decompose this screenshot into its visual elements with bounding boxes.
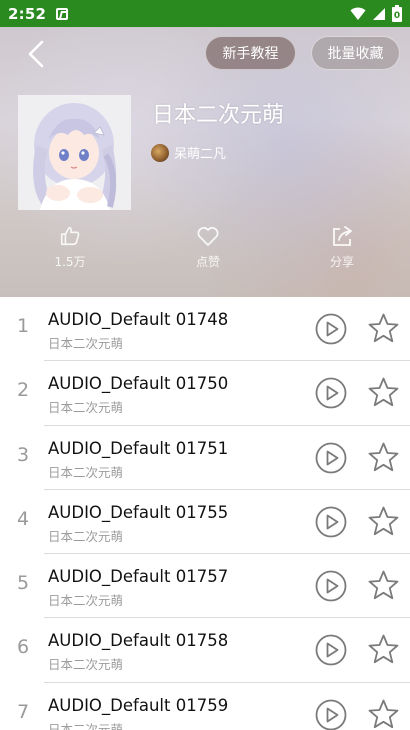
favorite-button[interactable]: 点赞 <box>168 225 248 270</box>
track-name: AUDIO_Default 01757 <box>48 567 229 587</box>
track-index: 2 <box>16 379 30 402</box>
track-name: AUDIO_Default 01750 <box>48 374 229 394</box>
star-icon[interactable] <box>367 633 400 666</box>
wifi-icon <box>350 7 366 20</box>
track-album: 日本二次元萌 <box>48 528 124 544</box>
share-label: 分享 <box>329 255 354 269</box>
track-name: AUDIO_Default 01751 <box>48 438 229 458</box>
track-row[interactable]: 2 AUDIO_Default 01750 日本二次元萌 <box>0 361 410 426</box>
play-icon[interactable] <box>315 506 347 538</box>
heart-icon <box>197 227 219 246</box>
playlist-stats: 1.5万 点赞 分享 <box>0 225 410 280</box>
play-icon[interactable] <box>315 313 347 345</box>
star-icon[interactable] <box>367 569 400 602</box>
track-name: AUDIO_Default 01748 <box>48 310 229 329</box>
share-button[interactable]: 分享 <box>302 225 382 270</box>
track-index: 3 <box>16 443 30 466</box>
author-name: 呆萌二凡 <box>174 147 227 162</box>
app-notification-icon <box>56 7 69 20</box>
track-index: 5 <box>16 572 30 595</box>
like-count: 1.5万 <box>54 255 86 269</box>
track-row[interactable]: 5 AUDIO_Default 01757 日本二次元萌 <box>0 554 410 619</box>
track-name: AUDIO_Default 01759 <box>48 695 229 715</box>
author-link[interactable]: 呆萌二凡 <box>151 143 226 162</box>
track-row[interactable]: 1 AUDIO_Default 01748 日本二次元萌 <box>0 297 410 362</box>
playlist-title: 日本二次元萌 <box>152 103 285 128</box>
track-list: 1 AUDIO_Default 01748 日本二次元萌 2 AUDIO_Def… <box>0 297 410 730</box>
playlist-cover-image <box>18 95 131 210</box>
battery-level-text: 0 <box>394 11 400 21</box>
track-name: AUDIO_Default 01755 <box>48 502 229 522</box>
track-album: 日本二次元萌 <box>48 593 124 609</box>
status-bar: 2:52 0 <box>0 0 410 27</box>
track-index: 4 <box>16 507 30 530</box>
track-album: 日本二次元萌 <box>48 657 124 673</box>
playlist-screen: 2:52 0 新手教程 批量收藏 日本二次元萌 呆萌二凡 1.5万 点赞 分享 … <box>0 0 410 730</box>
track-row[interactable]: 3 AUDIO_Default 01751 日本二次元萌 <box>0 426 410 490</box>
signal-icon <box>373 7 385 20</box>
status-icons: 0 <box>350 5 402 22</box>
play-icon[interactable] <box>315 570 347 602</box>
track-index: 6 <box>16 636 30 659</box>
batch-favorite-button[interactable]: 批量收藏 <box>311 36 400 70</box>
track-album: 日本二次元萌 <box>48 400 124 416</box>
track-row[interactable]: 6 AUDIO_Default 01758 日本二次元萌 <box>0 618 410 683</box>
track-index: 7 <box>16 700 30 723</box>
favorite-label: 点赞 <box>195 255 220 269</box>
play-icon[interactable] <box>315 634 347 666</box>
star-icon[interactable] <box>367 441 400 474</box>
author-avatar <box>151 143 169 162</box>
play-icon[interactable] <box>315 442 347 474</box>
star-icon[interactable] <box>367 698 400 730</box>
track-name: AUDIO_Default 01758 <box>48 631 229 651</box>
track-row[interactable]: 4 AUDIO_Default 01755 日本二次元萌 <box>0 490 410 555</box>
track-row[interactable]: 7 AUDIO_Default 01759 日本二次元萌 <box>0 683 410 730</box>
status-time: 2:52 <box>8 4 47 23</box>
share-icon <box>333 226 352 246</box>
star-icon[interactable] <box>367 505 400 538</box>
star-icon[interactable] <box>367 376 400 409</box>
tutorial-button[interactable]: 新手教程 <box>205 36 296 70</box>
track-index: 1 <box>16 315 30 337</box>
back-arrow-icon[interactable] <box>22 39 50 69</box>
like-button[interactable]: 1.5万 <box>30 225 110 270</box>
star-icon[interactable] <box>367 312 400 345</box>
battery-icon: 0 <box>392 5 402 22</box>
track-album: 日本二次元萌 <box>48 464 124 480</box>
play-icon[interactable] <box>315 377 347 409</box>
track-album: 日本二次元萌 <box>48 336 124 351</box>
thumb-up-icon <box>60 226 80 246</box>
play-icon[interactable] <box>315 699 347 730</box>
track-album: 日本二次元萌 <box>48 721 124 730</box>
playlist-header: 新手教程 批量收藏 日本二次元萌 呆萌二凡 1.5万 点赞 分享 <box>0 27 410 297</box>
